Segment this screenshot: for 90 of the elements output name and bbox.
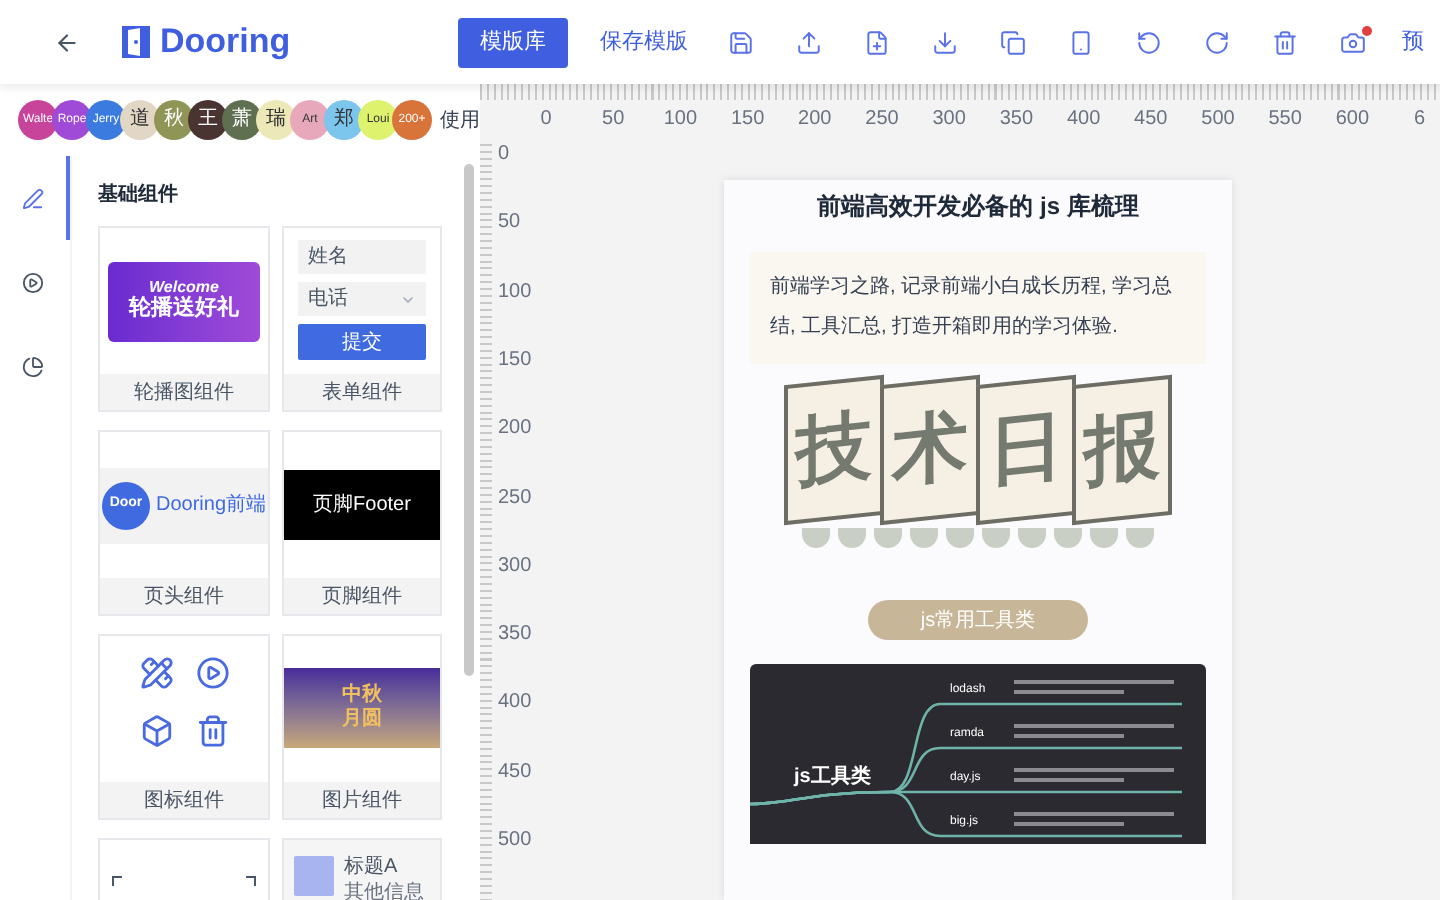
- back-icon[interactable]: [54, 29, 80, 55]
- section-title: 基础组件: [98, 181, 180, 210]
- ruler-label: 0: [498, 141, 510, 169]
- banner-text: 轮播送好礼: [129, 295, 239, 323]
- download-icon[interactable]: [932, 29, 959, 55]
- phone-icon[interactable]: [1068, 29, 1095, 55]
- logo-text: Dooring: [160, 20, 291, 65]
- page-title: 前端高效开发必备的 js 库梳理: [815, 190, 1141, 224]
- user-avatar[interactable]: 王: [188, 100, 228, 140]
- upload-icon[interactable]: [796, 29, 823, 55]
- ruler-label: 150: [730, 106, 765, 134]
- banner-script: Welcome: [149, 279, 219, 296]
- card-label: 轮播图组件: [100, 374, 268, 410]
- save-icon[interactable]: [728, 29, 755, 55]
- card-label: 图片组件: [284, 782, 440, 818]
- header-button[interactable]: 保存模版: [592, 17, 697, 67]
- ruler-label: 350: [498, 621, 532, 650]
- illustration-text: 中秋: [342, 683, 382, 708]
- trash-icon: [195, 714, 229, 748]
- ruler-label: 400: [1066, 106, 1101, 134]
- file-add-icon[interactable]: [864, 29, 891, 55]
- banner-character: 技: [796, 401, 872, 499]
- ruler-label: 450: [498, 758, 532, 787]
- footer-preview: 页脚Footer: [284, 470, 440, 540]
- category-pill: js常用工具类: [868, 600, 1088, 640]
- ruler-label: 250: [498, 484, 532, 512]
- play-icon: [22, 271, 44, 293]
- trash-icon[interactable]: [1272, 29, 1299, 55]
- user-avatar[interactable]: 郑: [324, 100, 364, 140]
- component-card[interactable]: Welcome 轮播送好礼 轮播图组件: [98, 226, 270, 412]
- user-avatar[interactable]: 瑞: [256, 100, 296, 140]
- ruler-label: 200: [498, 415, 532, 444]
- ruler-label: 0: [540, 106, 552, 134]
- thumbnail: [294, 856, 334, 896]
- component-card[interactable]: 标题A 其他信息: [282, 838, 442, 900]
- banner-character: 日: [988, 401, 1064, 499]
- ruler-label: 550: [1268, 106, 1302, 134]
- user-avatar[interactable]: 萧: [222, 100, 262, 140]
- form-field: 姓名: [298, 240, 426, 274]
- list-subtitle: 其他信息: [344, 881, 424, 900]
- card-label: 表单组件: [284, 374, 440, 410]
- ruler-label: 300: [498, 552, 532, 581]
- component-card[interactable]: 中秋 月圆 图片组件: [282, 634, 442, 820]
- pie-chart-icon: [22, 355, 44, 377]
- corner-icon: [246, 876, 256, 886]
- ruler-label: 350: [999, 106, 1034, 134]
- banner-character: 报: [1084, 401, 1160, 499]
- ruler-label: 300: [932, 106, 966, 134]
- header-preview-text: Dooring前端: [156, 491, 267, 520]
- scrollbar-thumb[interactable]: [464, 164, 474, 676]
- mindmap-root: js工具类: [794, 763, 871, 792]
- door-logo-icon: [120, 24, 152, 60]
- ruler-label: 400: [498, 689, 532, 718]
- ruler-label: 50: [602, 106, 625, 134]
- form-field: 电话: [298, 282, 426, 316]
- ruler-label: 450: [1134, 106, 1168, 134]
- header-button[interactable]: 模版库: [458, 17, 569, 67]
- pen-icon: [22, 187, 44, 209]
- copy-icon[interactable]: [1000, 29, 1027, 55]
- ruler-label: 100: [498, 278, 532, 307]
- ruler-label: 150: [498, 346, 532, 375]
- ruler-label: 500: [1201, 106, 1235, 134]
- banner-character: 术: [892, 401, 968, 499]
- card-label: 图标组件: [100, 782, 268, 818]
- component-card[interactable]: 姓名 电话 提交 表单组件: [282, 226, 442, 412]
- ruler-label: 6: [1414, 106, 1426, 134]
- user-avatar[interactable]: 道: [120, 100, 160, 140]
- play-icon: [195, 656, 229, 690]
- intro-text: 前端学习之路, 记录前端小白成长历程, 学习总结, 工具汇总, 打造开箱即用的学习体验.: [750, 252, 1206, 364]
- ruler-label: 250: [865, 106, 899, 134]
- toolbar-label[interactable]: 预: [1402, 25, 1425, 59]
- component-card[interactable]: 页脚Footer 页脚组件: [282, 430, 442, 616]
- ruler-label: 50: [498, 209, 521, 238]
- redo-icon[interactable]: [1204, 29, 1231, 55]
- submit-button: 提交: [298, 324, 426, 360]
- avatar-caption: 使用: [440, 107, 480, 135]
- ruler-label: 600: [1335, 106, 1370, 134]
- pencil-ruler-icon: [139, 656, 173, 690]
- ruler-label: 100: [663, 106, 698, 134]
- cube-icon: [139, 714, 173, 748]
- card-label: 页头组件: [100, 578, 268, 614]
- ruler-label: 500: [498, 827, 532, 855]
- ruler-label: 200: [798, 106, 832, 134]
- card-label: 页脚组件: [284, 578, 440, 614]
- list-title: 标题A: [344, 856, 400, 881]
- corner-icon: [112, 876, 122, 886]
- camera-icon[interactable]: [1340, 29, 1367, 55]
- component-card[interactable]: 图标组件: [98, 634, 270, 820]
- undo-icon[interactable]: [1136, 29, 1163, 55]
- illustration-text: 月圆: [342, 708, 382, 733]
